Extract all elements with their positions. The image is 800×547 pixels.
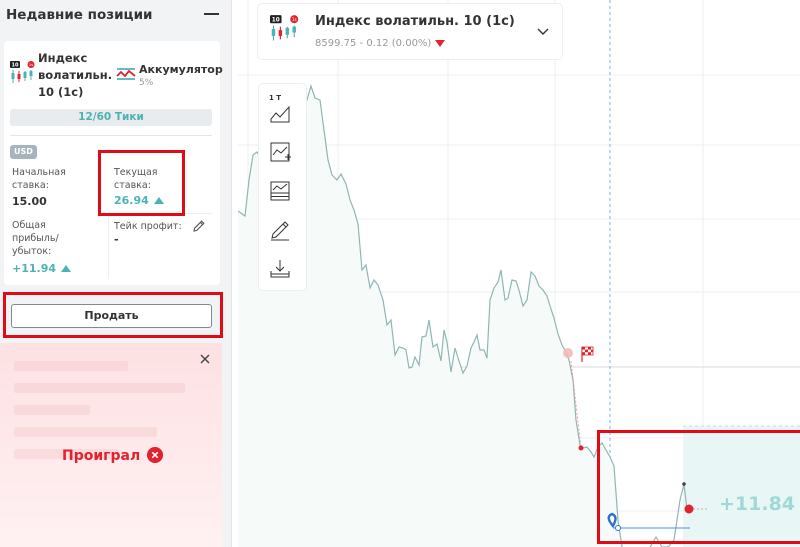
contract-type-name: Аккумулятор [139,63,223,76]
lost-cross-icon [147,447,163,463]
total-profit-value-row: +11.94 [12,262,72,275]
contract-growth-rate: 5% [139,78,154,88]
app-root: Недавние позиции 10 1s Индекс волатильн.… [0,0,800,547]
pencil-icon[interactable] [192,219,206,233]
market-icon-badge: 10 [12,63,19,69]
total-profit-label: Общая прибыль/ убыток: [12,220,59,257]
highlight-current-stake [98,150,185,216]
accumulator-icon [116,68,136,80]
take-profit-label: Тейк профит: [114,221,182,232]
finish-flag-icon [581,346,594,362]
buy-price-label: Начальная ставка: [12,167,66,191]
market-name: Индекс волатильн. 10 (1с) [315,14,515,29]
market-icon: 10 1s [270,15,299,41]
download-icon[interactable] [268,257,292,281]
market-icon-badge: 10 [272,18,280,24]
templates-icon[interactable] [268,179,292,203]
contract-result-overlay: Проиграл [0,343,222,547]
chart-type-icon[interactable] [268,102,292,126]
drawing-tools-icon[interactable] [268,218,292,242]
ticks-progress: 12/60 Тики [10,109,212,126]
chevron-down-icon[interactable] [536,26,550,36]
card-market-name: Индекс волатильн. 10 (1с) [38,51,113,99]
market-quote: 8599.75 - 0.12 (0.00%) [315,38,432,49]
panel-title: Недавние позиции [6,7,153,23]
card-divider [10,135,212,136]
close-icon[interactable] [198,352,212,366]
chart-toolbar: 1 T [259,84,306,290]
recent-positions-panel: Недавние позиции 10 1s Индекс волатильн.… [0,0,232,547]
highlight-sell-button [3,292,223,338]
highlight-chart-profit [597,430,800,544]
collapse-icon[interactable] [204,13,219,15]
total-profit-value: +11.94 [12,262,57,275]
up-arrow-icon [61,265,72,272]
buy-price-value: 15.00 [12,195,47,208]
down-arrow-icon [435,40,446,47]
take-profit-value: - [114,233,119,246]
indicators-icon[interactable] [268,140,292,164]
market-icon-sub: 1s [29,63,33,67]
previous-exit-point [578,445,584,451]
market-icon: 10 1s [10,61,35,83]
chart-interval-label: 1 T [269,94,282,102]
currency-badge: USD [10,145,37,159]
previous-entry-marker [563,348,573,358]
result-lost-text: Проиграл [62,448,141,464]
market-selector[interactable]: 10 1s Индекс волатильн. 10 (1с) 8599.75 … [258,4,562,59]
market-icon-sub: 1s [292,17,297,22]
market-quote-row: 8599.75 - 0.12 (0.00%) [315,38,446,49]
